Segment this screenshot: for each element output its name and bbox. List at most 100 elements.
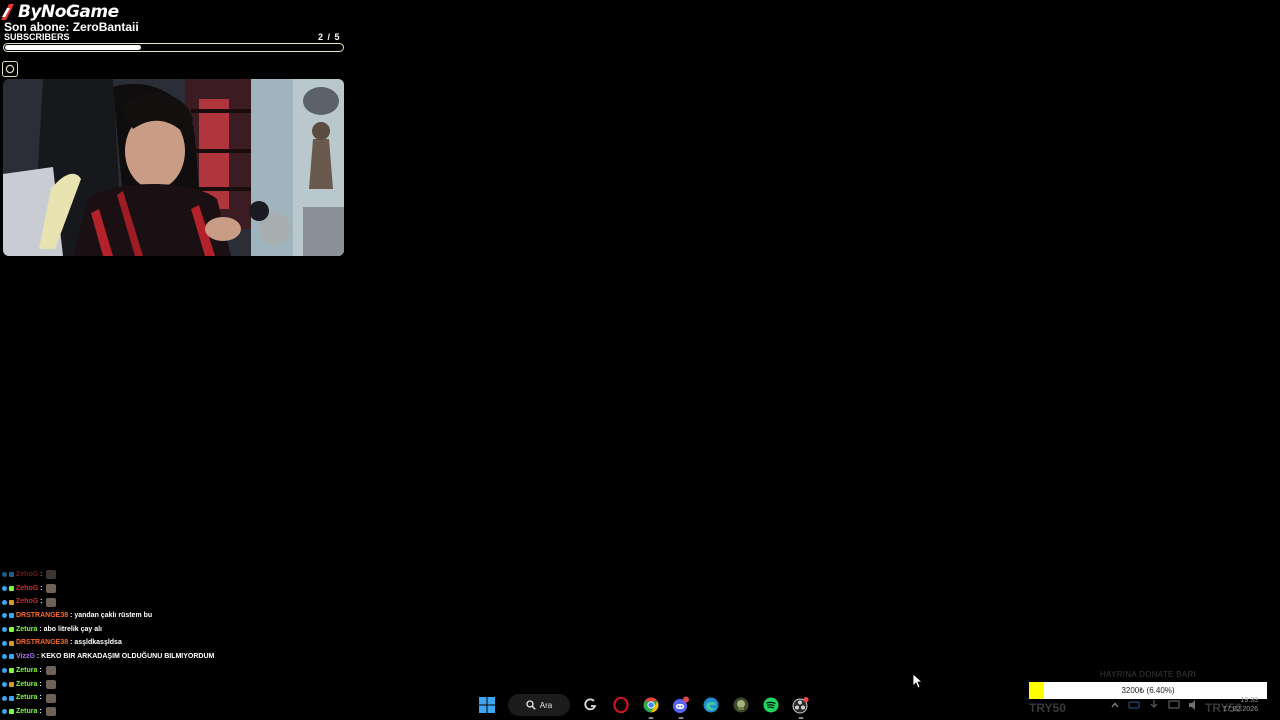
brand-logo-icon xyxy=(1,4,14,20)
chat-sub-badge-icon xyxy=(9,654,14,660)
taskbar-search-label: Ara xyxy=(539,700,553,710)
app-open-indicator xyxy=(648,717,654,719)
chat-username: Zetura xyxy=(16,707,38,715)
chat-emote-icon xyxy=(45,693,56,703)
chat-sub-badge-icon xyxy=(9,599,14,605)
taskbar: Ara xyxy=(476,692,812,719)
chat-sub-badge-icon xyxy=(9,572,14,578)
chat-text: asşldkasşldsa xyxy=(74,639,122,647)
chrome-icon xyxy=(643,697,659,713)
system-clock[interactable]: 19:33 17.02.2026 xyxy=(1210,696,1258,714)
chat-username: VizzG xyxy=(16,653,35,661)
chat-badge-icon xyxy=(2,668,7,674)
opera-icon xyxy=(613,697,629,713)
game-icon xyxy=(733,697,749,713)
taskbar-game-button[interactable] xyxy=(730,693,752,717)
chat-username: Zetura xyxy=(16,680,38,688)
chat-overlay: ZehoG : ZehoG : ZehoG : DRSTRANGE38 : ya… xyxy=(2,568,262,719)
chat-emote-icon xyxy=(45,666,56,676)
chat-badge-icon xyxy=(2,586,7,592)
taskbar-spotify-button[interactable] xyxy=(760,693,782,717)
chat-emote-icon xyxy=(45,679,56,689)
goal-label: SUBSCRIBERS xyxy=(4,32,70,42)
chat-message: Zetura : xyxy=(2,691,262,705)
obs-icon xyxy=(792,696,809,714)
brand-name: ByNoGame xyxy=(18,2,119,22)
taskbar-obs-button[interactable] xyxy=(790,693,812,719)
taskbar-opera-button[interactable] xyxy=(610,693,632,717)
chat-message: Zetura : xyxy=(2,678,262,692)
taskbar-discord-button[interactable] xyxy=(670,693,692,719)
system-tray xyxy=(1110,696,1200,714)
chat-username: DRSTRANGE38 xyxy=(16,639,69,647)
network-icon[interactable] xyxy=(1128,699,1140,711)
chat-separator: : xyxy=(37,666,44,674)
chat-message: VizzG : KEKO BIR ARKADAŞIM OLDUĞUNU BILM… xyxy=(2,650,262,664)
circle-icon xyxy=(5,64,15,74)
monitor-icon[interactable] xyxy=(1168,699,1180,711)
chat-emote-icon xyxy=(46,597,57,607)
chat-text: yandan çaklı rüstem bu xyxy=(74,612,153,620)
record-button[interactable] xyxy=(2,61,18,77)
chat-badge-icon xyxy=(2,695,7,701)
search-icon xyxy=(526,700,536,710)
chat-separator: : xyxy=(37,707,44,715)
chat-badge-icon xyxy=(2,640,7,646)
chat-badge-icon xyxy=(2,681,7,687)
chat-sub-badge-icon xyxy=(9,586,14,592)
chat-message: ZehoG : xyxy=(2,595,262,609)
chat-sub-badge-icon xyxy=(9,709,14,715)
chat-message: Zetura : abo litrelik çay alı xyxy=(2,623,262,637)
stream-screen: ByNoGame Son abone: ZeroBantaii SUBSCRIB… xyxy=(0,0,1280,720)
brand-header: ByNoGame xyxy=(0,2,119,22)
chat-username: Zetura xyxy=(16,666,38,674)
windows-start-icon xyxy=(479,697,495,713)
clock-date: 17.02.2026 xyxy=(1222,706,1258,713)
chat-emote-icon xyxy=(46,570,57,580)
chat-username: Zetura xyxy=(16,625,38,633)
chevron-up-icon[interactable] xyxy=(1110,700,1120,710)
chat-username: Zetura xyxy=(16,694,38,702)
donate-code-left: TRY50 xyxy=(1029,701,1066,715)
chat-message: ZehoG : xyxy=(2,582,262,596)
chat-separator: : xyxy=(38,584,45,592)
chat-message: DRSTRANGE38 : yandan çaklı rüstem bu xyxy=(2,609,262,623)
chat-badge-icon xyxy=(2,572,7,578)
chat-separator: : xyxy=(38,598,45,606)
chat-badge-icon xyxy=(2,654,7,660)
chat-separator: : xyxy=(37,694,44,702)
chat-separator: : xyxy=(37,680,44,688)
chat-emote-icon xyxy=(45,707,56,717)
goal-count: 2 / 5 xyxy=(318,32,341,42)
subscriber-goal-bar xyxy=(3,43,344,52)
download-icon[interactable] xyxy=(1148,699,1160,711)
chat-sub-badge-icon xyxy=(9,668,14,674)
taskbar-edge-button[interactable] xyxy=(700,693,722,717)
chat-username: ZehoG xyxy=(16,598,39,606)
chat-badge-icon xyxy=(2,627,7,633)
chat-username: DRSTRANGE38 xyxy=(16,612,69,620)
taskbar-gx-button[interactable] xyxy=(580,693,602,717)
clock-time: 19:33 xyxy=(1240,697,1258,704)
windows-start-button[interactable] xyxy=(476,693,498,717)
chat-username: ZehoG xyxy=(16,584,39,592)
chat-sub-badge-icon xyxy=(9,613,14,619)
chat-message: Zetura : xyxy=(2,664,262,678)
edge-icon xyxy=(703,697,719,713)
speaker-icon[interactable] xyxy=(1188,699,1200,711)
webcam-feed xyxy=(3,79,344,256)
chat-sub-badge-icon xyxy=(9,627,14,633)
donate-bar-title: HAYRINA DONATE BARI xyxy=(1099,670,1197,679)
chat-emote-icon xyxy=(46,584,57,594)
webcam-image xyxy=(3,79,344,256)
mouse-cursor-icon xyxy=(912,673,922,689)
chat-username: ZehoG xyxy=(16,571,39,578)
chat-sub-badge-icon xyxy=(9,681,14,687)
taskbar-search-button[interactable]: Ara xyxy=(508,694,570,716)
discord-icon xyxy=(673,696,689,713)
taskbar-chrome-button[interactable] xyxy=(640,693,662,719)
chat-badge-icon xyxy=(2,599,7,605)
chat-sub-badge-icon xyxy=(9,640,14,646)
spotify-icon xyxy=(763,697,779,713)
chat-text: KEKO BIR ARKADAŞIM OLDUĞUNU BILMIYORDUM xyxy=(41,653,215,661)
